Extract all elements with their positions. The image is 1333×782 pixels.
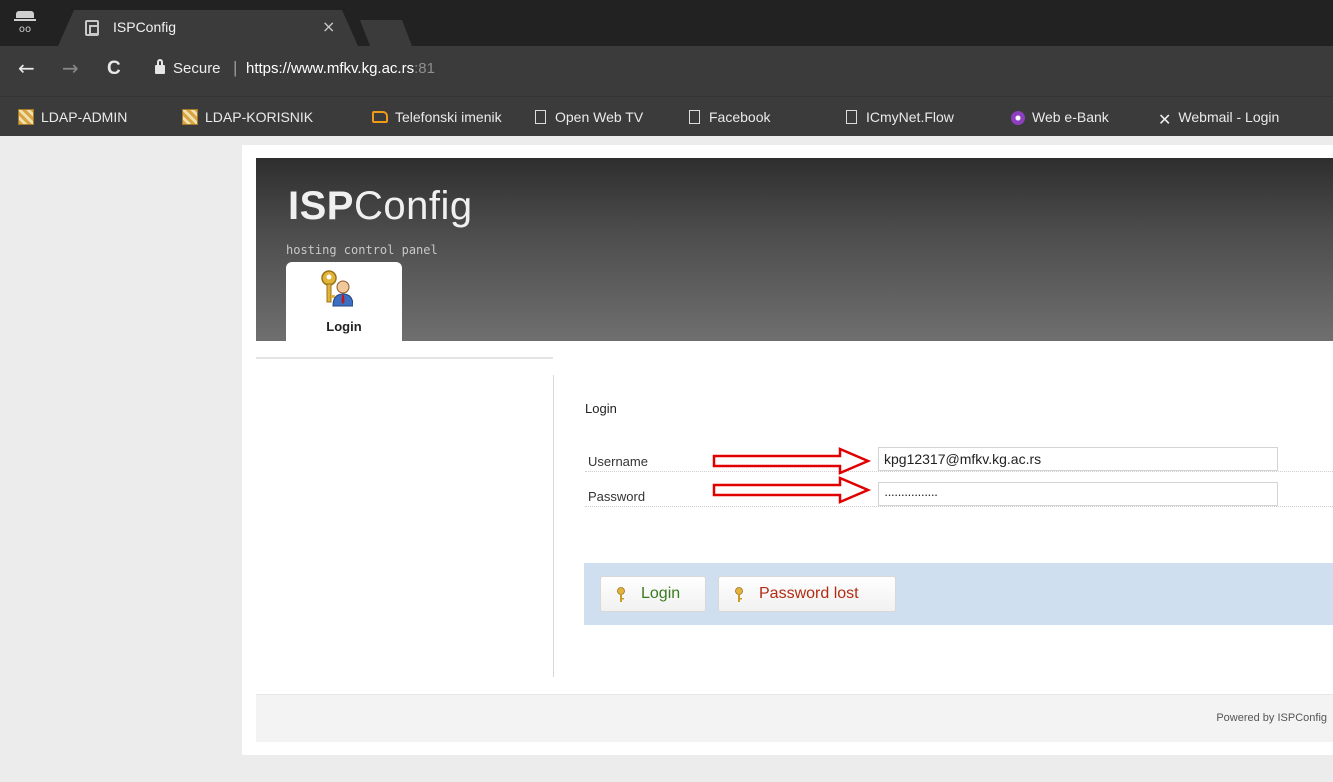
url-port: :81 [414,60,435,77]
keys-user-icon [321,270,353,307]
site-logo[interactable]: ISPConfig [288,184,473,229]
tools-icon: ✕ [1158,110,1172,129]
lock-icon[interactable] [155,59,165,74]
browser-tab[interactable]: ISPConfig × [58,10,358,46]
bookmark-icmynet-flow[interactable]: ICmyNet.Flow [844,107,954,127]
annotation-arrows [712,447,872,504]
bookmark-web-e-bank[interactable]: Web e-Bank [1011,107,1109,127]
password-row: Password [585,482,1333,507]
new-tab-button[interactable] [360,20,412,46]
username-label: Username [588,454,648,469]
bookmark-ldap-admin[interactable]: LDAP-ADMIN [18,107,127,127]
bookmark-label: Telefonski imenik [395,109,502,125]
browser-tabstrip: oo ISPConfig × [0,0,1333,46]
back-button[interactable]: ← [18,56,35,80]
username-field[interactable] [878,447,1278,471]
folder-icon [372,111,388,123]
button-bar: Login Password lost [584,563,1333,625]
bookmark-label: Web e-Bank [1032,109,1109,125]
url-text: https://www.mfkv.kg.ac.rs [246,60,415,77]
tab-title: ISPConfig [113,19,177,35]
page-favicon-icon [85,20,99,36]
arrow-username [712,447,872,475]
password-field[interactable] [878,482,1278,506]
site-header: ISPConfig hosting control panel Login [256,158,1333,341]
page-container: ISPConfig hosting control panel Login Lo… [242,145,1333,755]
form-title: Login [585,401,617,416]
bookmark-open-web-tv[interactable]: Open Web TV [533,107,643,127]
bookmark-label: ICmyNet.Flow [866,109,954,125]
secure-label[interactable]: Secure [173,60,221,77]
key-icon [617,587,625,602]
bookmark-facebook[interactable]: Facebook [687,107,770,127]
page-icon [689,110,700,124]
page-footer: Powered by ISPConfig [256,694,1333,742]
ldap-icon [18,109,34,125]
close-tab-icon[interactable]: × [322,17,335,36]
bookmark-telefonski-imenik[interactable]: Telefonski imenik [372,107,502,127]
bookmark-label: Webmail - Login [1178,109,1280,125]
password-label: Password [588,489,646,504]
tab-login-label: Login [326,319,362,334]
password-lost-button-label: Password lost [759,585,859,602]
page-icon [535,110,546,124]
logo-rest: Config [353,184,473,228]
site-tagline: hosting control panel [286,243,438,257]
reload-button[interactable]: C [107,58,121,80]
bookmarks-bar: LDAP-ADMIN LDAP-KORISNIK Telefonski imen… [0,96,1333,136]
incognito-icon: oo [14,9,36,37]
url-separator: | [233,58,238,77]
ldap-icon [182,109,198,125]
browser-toolbar: ← → C Secure | https://www.mfkv.kg.ac.rs… [0,46,1333,96]
username-row: Username [585,447,1333,472]
bookmark-label: LDAP-KORISNIK [205,109,314,125]
footer-text[interactable]: Powered by ISPConfig [1216,712,1327,724]
tab-login[interactable]: Login [286,262,402,341]
content-divider [553,375,554,677]
forward-button[interactable]: → [62,56,79,80]
page-icon [846,110,857,124]
password-lost-button[interactable]: Password lost [718,576,896,612]
bookmark-label: Facebook [709,109,771,125]
arrow-password [712,476,872,504]
login-button-label: Login [641,585,681,602]
key-icon [735,587,743,602]
logo-bold: ISP [288,184,354,228]
bookmark-label: LDAP-ADMIN [41,109,128,125]
sidebar-rule [256,357,553,359]
bookmark-label: Open Web TV [555,109,644,125]
bank-icon [1011,111,1025,125]
bookmark-webmail-login[interactable]: ✕ Webmail - Login [1158,107,1280,129]
address-bar[interactable]: https://www.mfkv.kg.ac.rs:81 [246,60,435,77]
login-button[interactable]: Login [600,576,706,612]
bookmark-ldap-korisnik[interactable]: LDAP-KORISNIK [182,107,313,127]
